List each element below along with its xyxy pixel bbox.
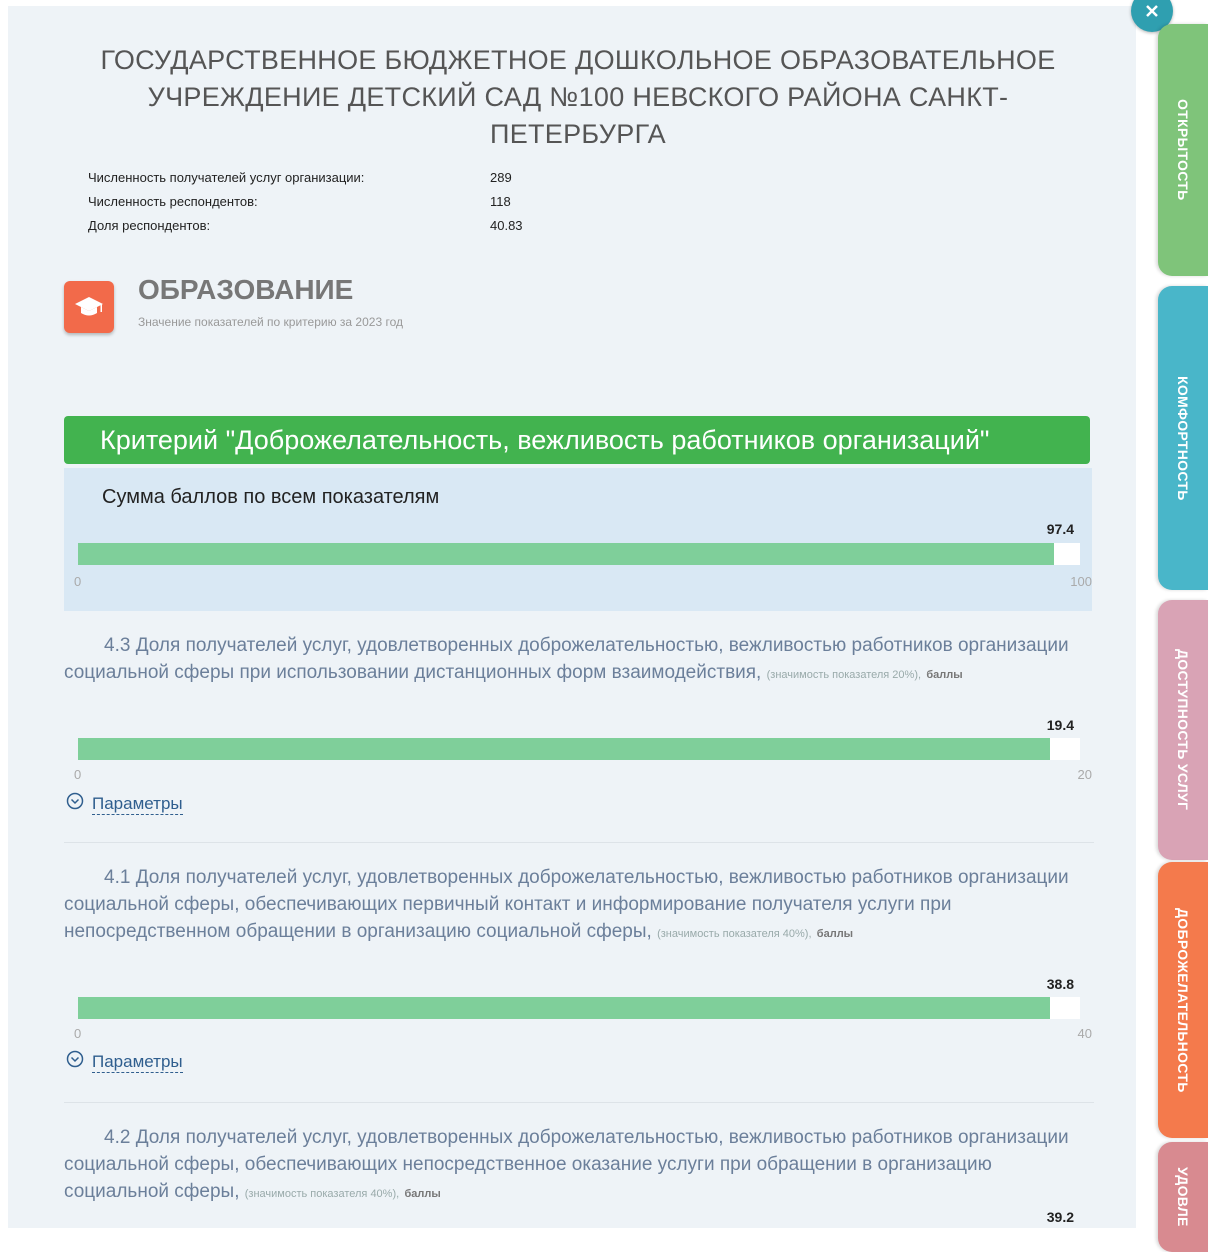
indicator-bar-value: 19.4 (1046, 717, 1074, 733)
stat-label: Численность респондентов: (88, 194, 258, 209)
stat-value: 40.83 (490, 218, 523, 233)
tab-label: УДОВЛЕ (1175, 1167, 1191, 1227)
indicator-bar-fill (78, 738, 1050, 760)
parameters-label: Параметры (92, 793, 183, 815)
stat-row-respondents: Численность респондентов: 118 (88, 190, 550, 214)
sum-bar-value: 97.4 (1046, 521, 1074, 537)
stat-value: 289 (490, 170, 512, 185)
parameters-label: Параметры (92, 1051, 183, 1073)
tab-comfort[interactable]: КОМФОРТНОСТЬ (1158, 286, 1208, 590)
tab-label: ДОСТУПНОСТЬ УСЛУГ (1175, 649, 1191, 811)
indicator-bar-track (78, 997, 1080, 1019)
category-subtitle: Значение показателей по критерию за 2023… (138, 315, 403, 329)
indicator-bar-fill (78, 997, 1050, 1019)
tab-openness[interactable]: ОТКРЫТОСТЬ (1158, 24, 1208, 276)
indicator-description: 4.2 Доля получателей услуг, удовлетворен… (64, 1127, 1069, 1202)
indicator-text: 4.2 Доля получателей услуг, удовлетворен… (64, 1124, 1094, 1208)
tab-satisfaction[interactable]: УДОВЛЕ (1158, 1142, 1208, 1252)
sum-bar-fill (78, 543, 1054, 565)
sum-box: Сумма баллов по всем показателям 97.4 0 … (64, 468, 1092, 611)
indicator-unit: баллы (404, 1188, 441, 1200)
chevron-down-circle-icon (66, 1050, 84, 1073)
indicator-weight-note: (значимость показателя 40%), (657, 928, 812, 940)
indicator-bar-min: 0 (74, 1026, 82, 1041)
indicator-bar-value: 39.2 (1046, 1209, 1074, 1225)
divider (64, 1102, 1094, 1103)
sum-bar-min: 0 (74, 574, 82, 589)
graduation-cap-icon (64, 281, 114, 333)
indicator-unit: баллы (926, 669, 963, 681)
stat-label: Численность получателей услуг организаци… (88, 170, 365, 185)
organization-title: ГОСУДАРСТВЕННОЕ БЮДЖЕТНОЕ ДОШКОЛЬНОЕ ОБР… (100, 45, 1056, 149)
parameters-toggle[interactable]: Параметры (66, 1050, 183, 1073)
sum-label: Сумма баллов по всем показателям (102, 486, 440, 508)
indicator-weight-note: (значимость показателя 20%), (766, 669, 922, 681)
stat-row-share: Доля респондентов: 40.83 (88, 214, 550, 238)
parameters-toggle[interactable]: Параметры (66, 792, 183, 815)
divider (64, 842, 1094, 843)
tab-label: КОМФОРТНОСТЬ (1175, 375, 1191, 501)
indicator-bar-max: 40 (1077, 1026, 1092, 1041)
indicator-text: 4.1 Доля получателей услуг, удовлетворен… (64, 864, 1094, 948)
indicator-bar-max: 20 (1077, 767, 1092, 782)
criterion-header: Критерий "Доброжелательность, вежливость… (64, 416, 1090, 464)
tab-friendliness[interactable]: ДОБРОЖЕЛАТЕЛЬНОСТЬ (1158, 862, 1208, 1138)
category-title: ОБРАЗОВАНИЕ (138, 274, 354, 305)
stat-label: Доля респондентов: (88, 218, 211, 233)
indicator-bar-track (78, 738, 1080, 760)
sum-bar-max: 100 (1070, 574, 1092, 589)
indicator-description: 4.1 Доля получателей услуг, удовлетворен… (64, 867, 1069, 942)
tab-label: ОТКРЫТОСТЬ (1175, 99, 1191, 201)
side-tabs: ОТКРЫТОСТЬ КОМФОРТНОСТЬ ДОСТУПНОСТЬ УСЛУ… (1150, 0, 1212, 1252)
indicator-unit: баллы (816, 928, 854, 940)
indicator-bar-min: 0 (74, 767, 82, 782)
rating-panel: ГОСУДАРСТВЕННОЕ БЮДЖЕТНОЕ ДОШКОЛЬНОЕ ОБР… (8, 6, 1136, 1228)
chevron-down-circle-icon (66, 792, 84, 815)
stat-row-recipients: Численность получателей услуг организаци… (88, 166, 550, 190)
stats-block: Численность получателей услуг организаци… (88, 166, 550, 238)
indicator-text: 4.3 Доля получателей услуг, удовлетворен… (64, 632, 1094, 689)
stat-value: 118 (490, 194, 511, 209)
indicator-weight-note: (значимость показателя 40%), (244, 1188, 400, 1200)
tab-label: ДОБРОЖЕЛАТЕЛЬНОСТЬ (1175, 907, 1191, 1093)
tab-accessibility[interactable]: ДОСТУПНОСТЬ УСЛУГ (1158, 600, 1208, 860)
indicator-bar-value: 38.8 (1046, 976, 1074, 992)
sum-bar-track (78, 543, 1080, 565)
